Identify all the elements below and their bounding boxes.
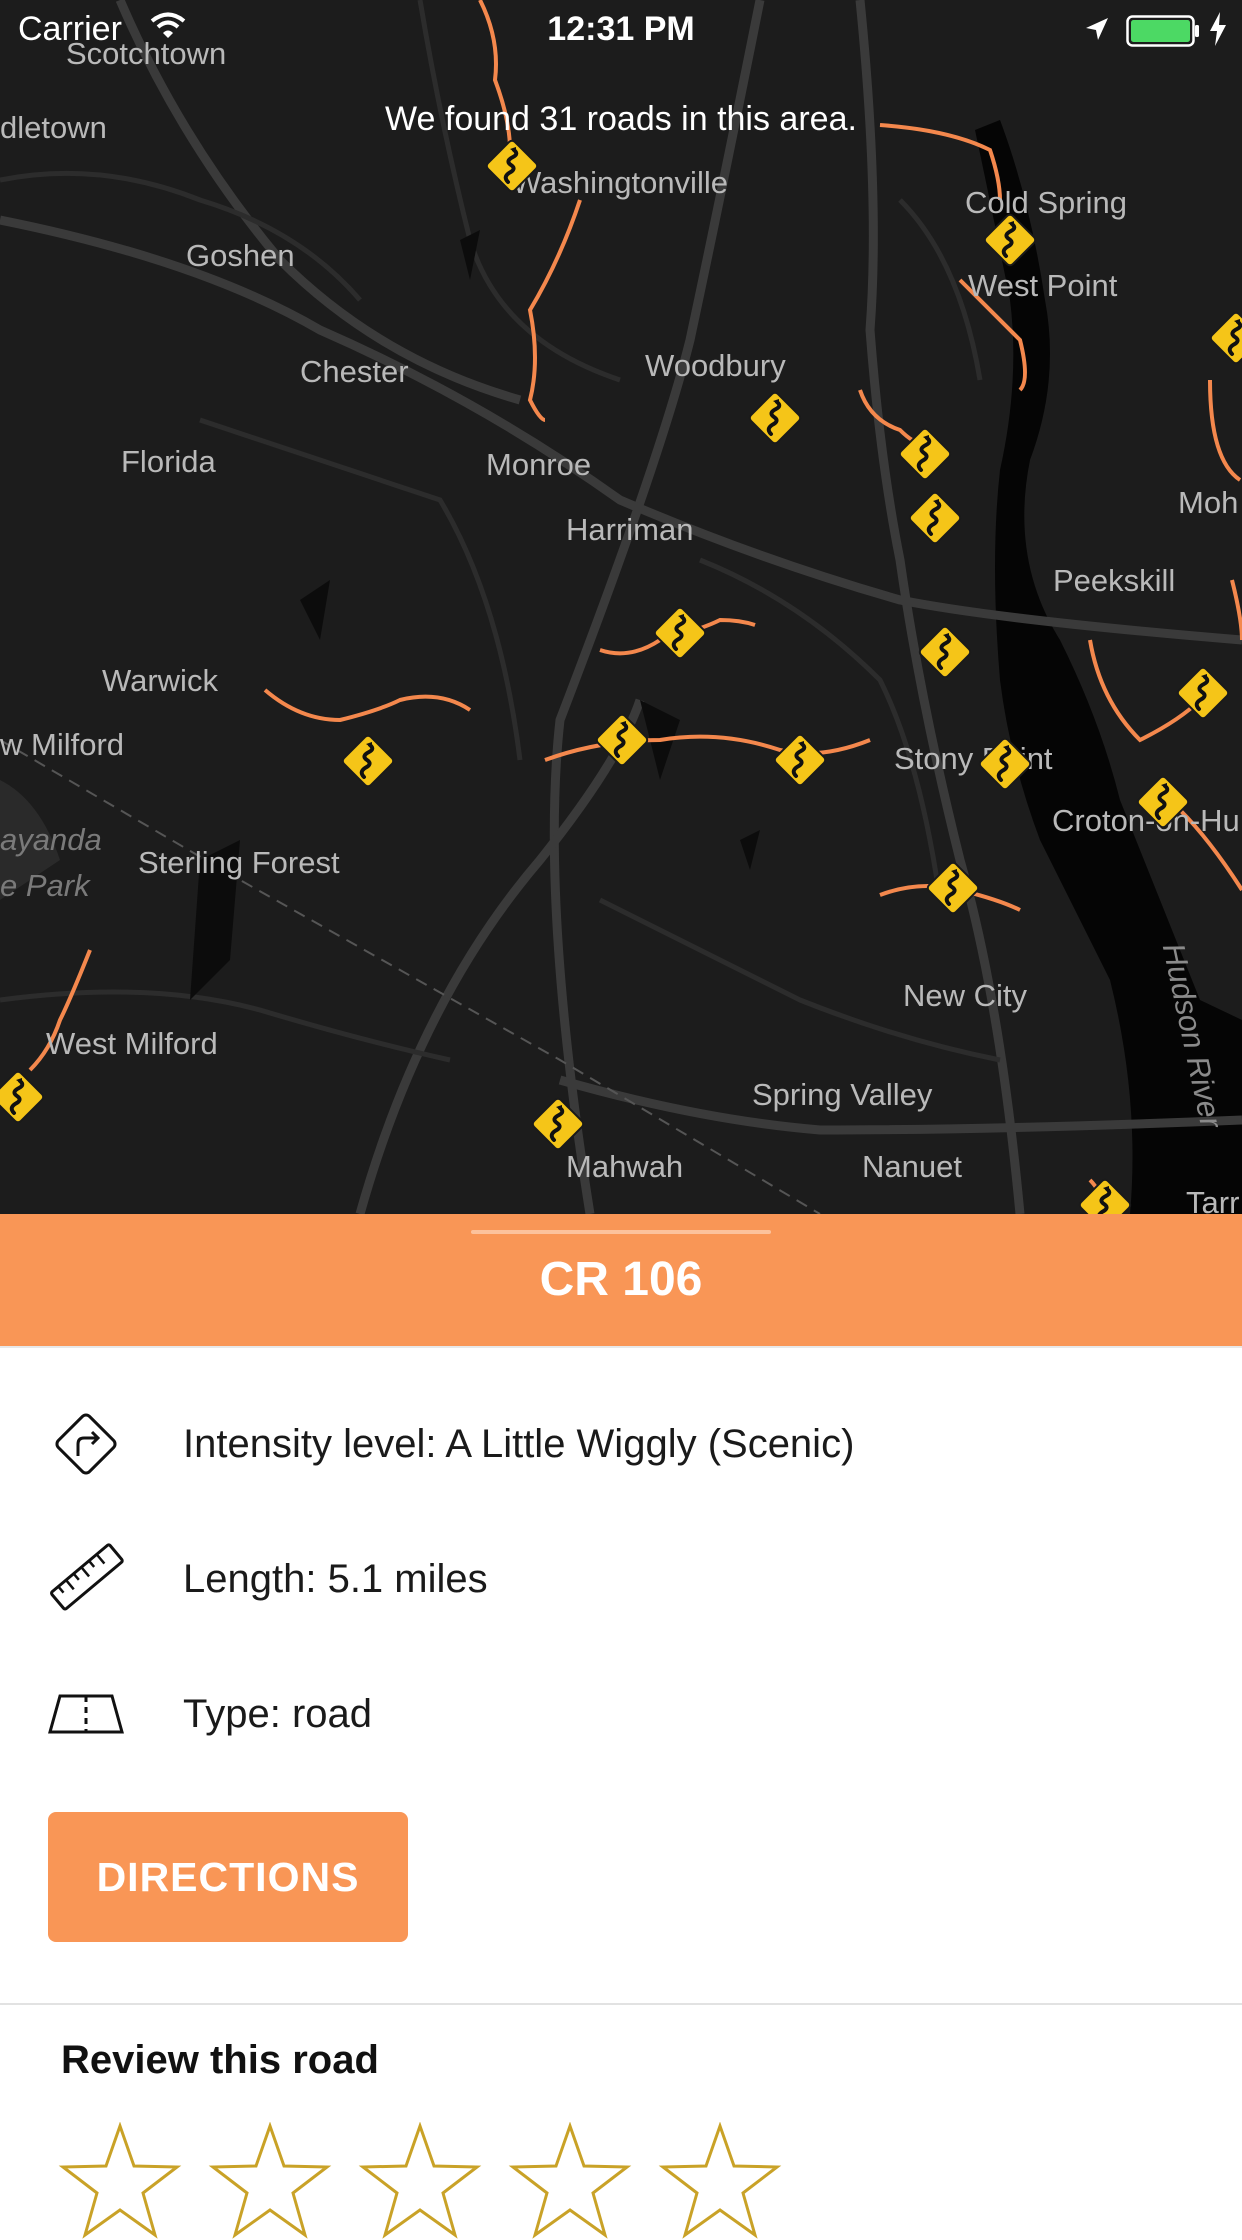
- place-label: Monroe: [486, 447, 592, 482]
- place-label: Spring Valley: [752, 1077, 933, 1112]
- roads-found-message: We found 31 roads in this area.: [385, 100, 857, 138]
- star-rating-icon[interactable]: [358, 2122, 482, 2240]
- place-label: Peekskill: [1053, 563, 1176, 598]
- winding-road-marker-icon[interactable]: [894, 423, 956, 485]
- winding-road-marker-icon[interactable]: [769, 729, 831, 791]
- type-text: Type: road: [183, 1692, 373, 1736]
- directions-button[interactable]: DIRECTIONS: [48, 1812, 408, 1942]
- battery-icon: [1126, 15, 1199, 47]
- place-label: New City: [903, 978, 1028, 1013]
- ruler-icon: [50, 1543, 124, 1611]
- road-sheet-header[interactable]: CR 106: [0, 1214, 1242, 1348]
- place-label: e Park: [0, 868, 90, 903]
- place-label: w Milford: [0, 727, 125, 762]
- length-text: Length: 5.1 miles: [183, 1557, 488, 1601]
- star-rating-icon[interactable]: [508, 2122, 632, 2240]
- place-label: ayanda: [0, 822, 102, 857]
- review-title: Review this road: [61, 2038, 379, 2082]
- place-label: Sterling Forest: [138, 845, 340, 880]
- place-label: Woodbury: [645, 348, 786, 383]
- winding-road-marker-icon[interactable]: [1132, 771, 1194, 833]
- winding-road-marker-icon[interactable]: [974, 733, 1036, 795]
- winding-road-marker-icon[interactable]: [922, 857, 984, 919]
- place-label: West Milford: [46, 1026, 218, 1061]
- turn-sign-icon: [55, 1413, 117, 1475]
- location-arrow-icon: [1086, 18, 1108, 40]
- road-type-icon: [48, 1694, 124, 1734]
- place-label: Goshen: [186, 238, 295, 273]
- winding-road-marker-icon[interactable]: [1074, 1174, 1136, 1214]
- place-label: Chester: [300, 354, 409, 389]
- charging-bolt-icon: [1210, 12, 1226, 46]
- place-label: West Point: [968, 268, 1118, 303]
- winding-road-marker-icon[interactable]: [904, 487, 966, 549]
- map-view[interactable]: Scotchtown dletown Washingtonville Cold …: [0, 0, 1242, 1214]
- winding-road-marker-icon[interactable]: [527, 1093, 589, 1155]
- drag-handle[interactable]: [471, 1230, 771, 1234]
- section-divider: [0, 2003, 1242, 2005]
- place-label: Moh: [1178, 485, 1239, 520]
- winding-road-marker-icon[interactable]: [481, 135, 543, 197]
- winding-road-marker-icon[interactable]: [979, 209, 1041, 271]
- intensity-text: Intensity level: A Little Wiggly (Scenic…: [183, 1422, 855, 1466]
- place-label: Tarr: [1186, 1185, 1240, 1214]
- winding-road-marker-icon[interactable]: [591, 709, 653, 771]
- state-border: [0, 739, 821, 1214]
- status-time: 12:31 PM: [547, 10, 695, 48]
- winding-road-marker-icon[interactable]: [1205, 307, 1242, 369]
- place-label: Warwick: [102, 663, 218, 698]
- winding-road-marker-icon[interactable]: [914, 621, 976, 683]
- place-label: Florida: [121, 444, 216, 479]
- road-name-title: CR 106: [539, 1253, 703, 1306]
- star-rating-icon[interactable]: [208, 2122, 332, 2240]
- winding-road-marker-icon[interactable]: [337, 730, 399, 792]
- intensity-row: Intensity level: A Little Wiggly (Scenic…: [0, 1394, 1242, 1494]
- status-bar: Carrier 12:31 PM: [0, 0, 1242, 60]
- place-label: Nanuet: [862, 1149, 962, 1184]
- star-rating-icon[interactable]: [658, 2122, 782, 2240]
- winding-road-marker-icon[interactable]: [649, 602, 711, 664]
- length-row: Length: 5.1 miles: [0, 1529, 1242, 1629]
- star-rating-icon[interactable]: [58, 2122, 182, 2240]
- place-label: Washingtonville: [512, 165, 728, 200]
- type-row: Type: road: [0, 1664, 1242, 1764]
- winding-road-marker-icon[interactable]: [0, 1066, 49, 1128]
- winding-road-marker-icon[interactable]: [744, 387, 806, 449]
- place-label: Harriman: [566, 512, 694, 547]
- winding-road-marker-icon[interactable]: [1172, 662, 1234, 724]
